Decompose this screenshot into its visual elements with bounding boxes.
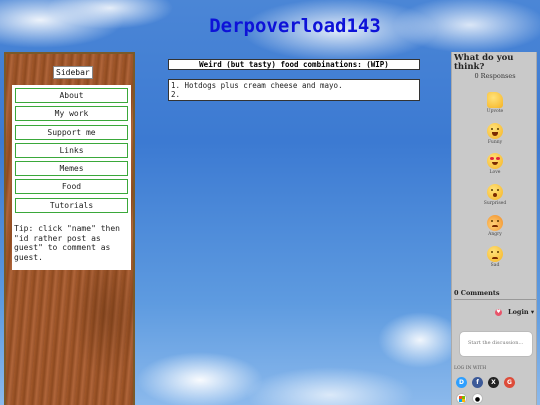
reaction-label: Surprised	[483, 201, 507, 206]
reaction-label: Angry	[488, 232, 502, 237]
reaction-upvote[interactable]: Upvote	[452, 92, 538, 114]
apple-login-icon[interactable]: ●	[472, 393, 483, 404]
heart-eyes-icon	[487, 153, 503, 169]
nav-my-work-button[interactable]: My work	[15, 106, 128, 122]
notification-icon[interactable]: ♥	[495, 309, 502, 316]
sidebar-title: Sidebar	[53, 66, 93, 79]
reactions-heading: What do you think?	[454, 53, 514, 72]
post-line: 1. Hotdogs plus cream cheese and mayo.	[171, 81, 343, 90]
reaction-sad[interactable]: Sad	[452, 246, 538, 268]
login-dropdown[interactable]: Login ▾	[508, 308, 534, 316]
google-login-icon[interactable]: G	[504, 377, 515, 388]
thumbs-up-icon	[487, 92, 503, 108]
nav-memes-button[interactable]: Memes	[15, 161, 128, 177]
surprised-face-icon	[487, 184, 503, 200]
reaction-label: Sad	[490, 263, 500, 268]
x-login-icon[interactable]: X	[488, 377, 499, 388]
post-line: 2.	[171, 90, 181, 99]
sidebar-tip: Tip: click "name" then "id rather post a…	[12, 224, 131, 263]
responses-count: 0 Responses	[474, 72, 516, 80]
comments-panel: What do you think? 0 Responses Upvote Fu…	[451, 52, 537, 405]
nav-links-button[interactable]: Links	[15, 142, 128, 158]
login-with-label: LOG IN WITH	[454, 366, 487, 371]
reaction-love[interactable]: Love	[452, 153, 538, 175]
disqus-login-icon[interactable]: D	[456, 377, 467, 388]
reaction-surprised[interactable]: Surprised	[452, 184, 538, 206]
comments-count: 0 Comments	[454, 289, 500, 297]
reaction-label: Upvote	[486, 109, 504, 114]
post-title: Weird (but tasty) food combinations: (WI…	[168, 59, 420, 70]
reaction-label: Funny	[487, 140, 503, 145]
nav-about-button[interactable]: About	[15, 88, 128, 103]
discussion-input[interactable]: Start the discussion...	[459, 331, 533, 357]
post-body: 1. Hotdogs plus cream cheese and mayo. 2…	[168, 79, 420, 101]
angry-face-icon	[487, 215, 503, 231]
divider	[454, 299, 536, 300]
reaction-label: Love	[489, 170, 501, 175]
nav-tutorials-button[interactable]: Tutorials	[15, 197, 128, 213]
microsoft-login-icon[interactable]	[456, 393, 467, 404]
nav-support-me-button[interactable]: Support me	[15, 124, 128, 140]
sidebar: Sidebar About My work Support me Links M…	[4, 52, 135, 405]
facebook-login-icon[interactable]: f	[472, 377, 483, 388]
sad-face-icon	[487, 246, 503, 262]
nav-food-button[interactable]: Food	[15, 179, 128, 195]
site-title: Derpoverload143	[209, 15, 381, 37]
reaction-angry[interactable]: Angry	[452, 215, 538, 237]
laughing-face-icon	[487, 123, 503, 139]
reaction-funny[interactable]: Funny	[452, 123, 538, 145]
